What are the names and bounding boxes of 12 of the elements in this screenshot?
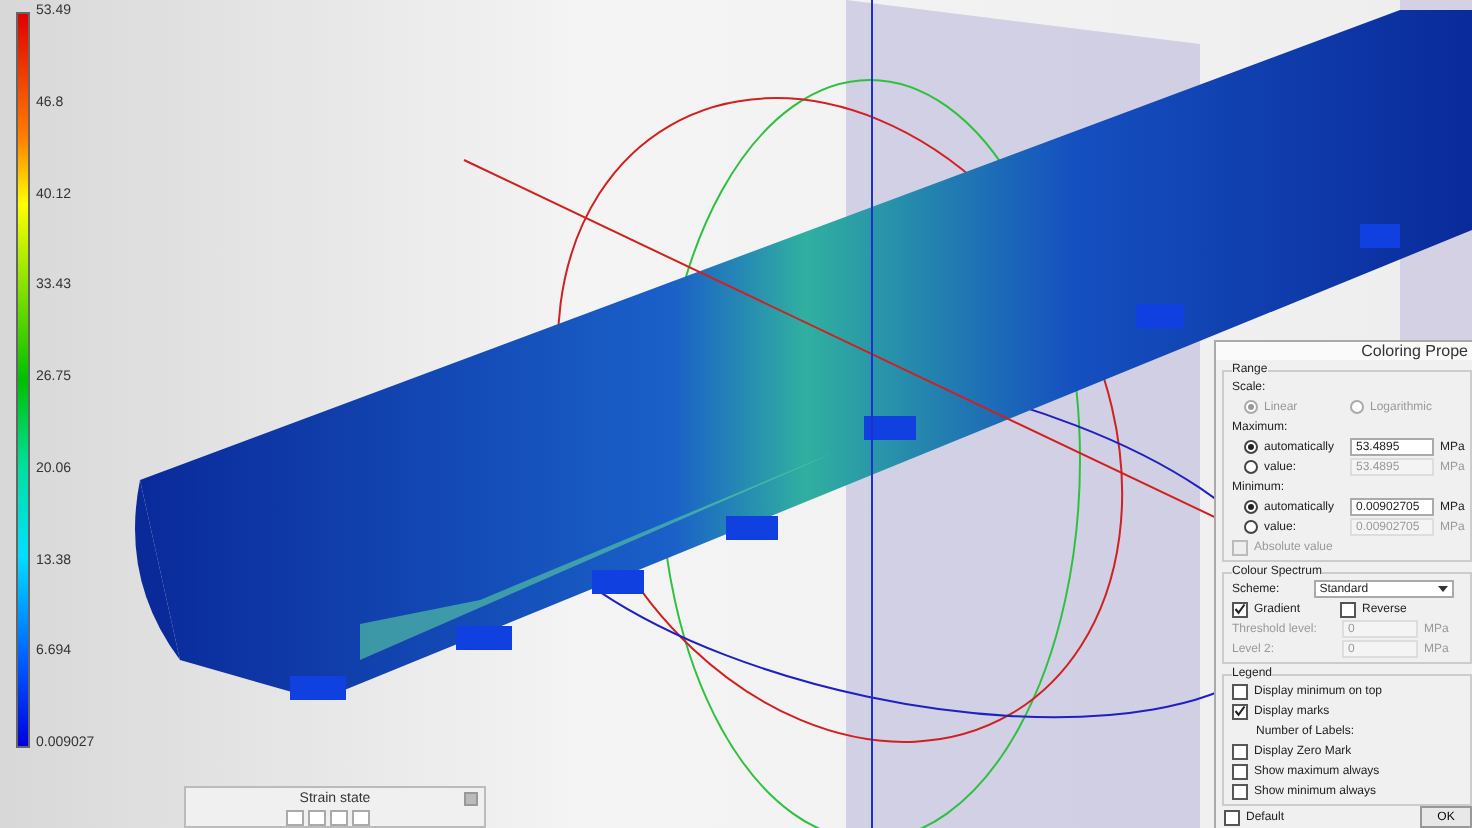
- checkbox[interactable]: [1232, 783, 1248, 799]
- checkbox[interactable]: [1232, 601, 1248, 617]
- checkbox[interactable]: [1340, 601, 1356, 617]
- dialog-title: Coloring Prope: [1216, 342, 1472, 360]
- caret-icon: [1437, 585, 1448, 593]
- checkbox[interactable]: [1232, 703, 1248, 719]
- checkbox[interactable]: [1224, 809, 1240, 825]
- checkbox[interactable]: [1232, 743, 1248, 759]
- checkbox[interactable]: [1232, 763, 1248, 779]
- radio-button[interactable]: [1244, 440, 1258, 454]
- checkbox[interactable]: [1232, 683, 1248, 699]
- radio-button[interactable]: [1244, 500, 1258, 514]
